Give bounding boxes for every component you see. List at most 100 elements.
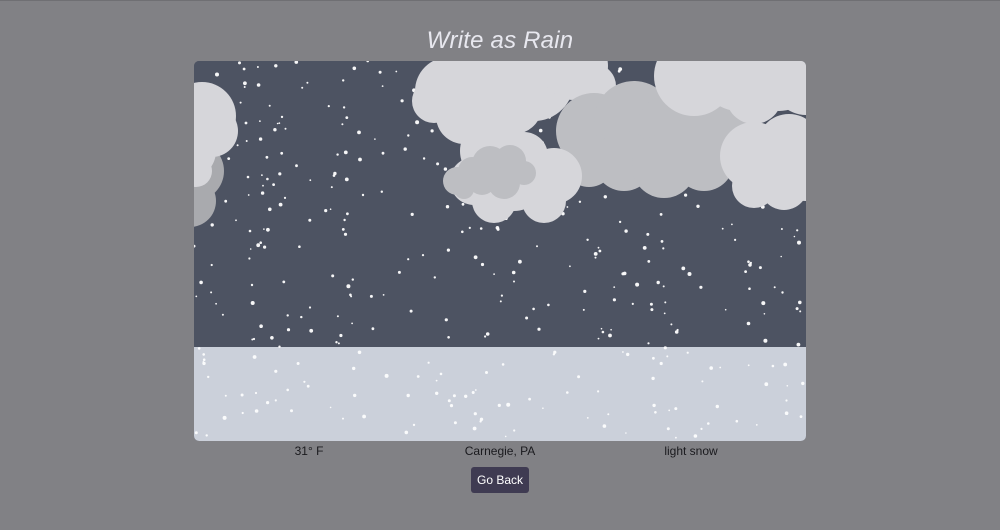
- snowflake: [613, 286, 616, 288]
- snowflake: [249, 248, 252, 250]
- snowflake: [798, 300, 802, 305]
- snowflake: [270, 336, 274, 340]
- snowflake: [603, 195, 607, 199]
- snowflake: [236, 144, 239, 147]
- snowflake: [621, 272, 625, 276]
- snowflake: [471, 391, 475, 394]
- snowflake: [642, 246, 647, 250]
- snowflake: [371, 327, 375, 331]
- snowflake: [290, 409, 293, 413]
- go-back-button[interactable]: Go Back: [471, 467, 529, 493]
- snowflake: [427, 361, 430, 364]
- snowflake: [332, 174, 336, 177]
- snowflake: [346, 212, 349, 216]
- snowflake: [415, 120, 420, 125]
- snowflake: [626, 352, 630, 357]
- snowflake: [296, 362, 300, 365]
- snowflake: [280, 115, 284, 119]
- snowflake: [721, 227, 724, 230]
- snowflake: [266, 227, 270, 232]
- snowflake: [352, 66, 357, 71]
- snowflake: [309, 328, 314, 333]
- snowflake: [479, 227, 483, 230]
- snowflake: [506, 402, 511, 407]
- snowflake: [586, 417, 589, 419]
- snowflake: [331, 274, 335, 278]
- snowflake: [681, 266, 686, 271]
- snowflake: [308, 306, 312, 309]
- snowflake: [444, 318, 448, 322]
- snowflake: [464, 394, 468, 398]
- snowflake: [330, 186, 333, 189]
- snowflake: [479, 420, 482, 423]
- snowflake: [699, 285, 703, 289]
- snowflake: [447, 336, 450, 339]
- snowflake: [443, 167, 448, 171]
- snowflake: [252, 355, 257, 359]
- snowflake: [538, 128, 543, 133]
- snowflake: [384, 373, 389, 378]
- snowflake: [265, 155, 269, 159]
- snowflake: [674, 330, 679, 334]
- snowflake: [662, 285, 665, 288]
- condition-label: light snow: [664, 444, 718, 458]
- snowflake: [668, 409, 671, 412]
- snowflake: [793, 235, 796, 238]
- snowflake: [300, 315, 303, 319]
- snowflake: [250, 301, 255, 305]
- snowflake: [194, 431, 198, 435]
- snowflake: [337, 342, 340, 345]
- snowflake: [666, 355, 669, 358]
- snowflake: [755, 424, 758, 426]
- snowflake: [351, 322, 353, 325]
- snowflake: [773, 286, 776, 289]
- snowflake: [780, 228, 783, 230]
- snowflake: [352, 366, 356, 371]
- snowflake: [381, 85, 384, 87]
- snowflake: [439, 372, 443, 376]
- snowflake: [796, 229, 799, 232]
- snowflake: [764, 382, 769, 387]
- snowflake: [610, 328, 612, 331]
- snowflake: [224, 394, 227, 397]
- snowflake: [518, 259, 522, 264]
- temperature-label: 31° F: [294, 444, 324, 458]
- snowflake: [235, 219, 237, 222]
- snowflake: [786, 385, 789, 387]
- snowflake: [597, 390, 600, 393]
- snowflake: [796, 342, 801, 347]
- snowflake: [274, 399, 277, 402]
- snowflake: [662, 247, 665, 250]
- snowflake: [734, 238, 737, 241]
- snowflake: [461, 230, 464, 234]
- snowflake: [499, 300, 502, 303]
- snowflake: [361, 193, 365, 197]
- snowflake: [501, 363, 505, 366]
- snowflake: [663, 312, 666, 315]
- snowflake: [735, 419, 739, 423]
- snowflake: [259, 241, 262, 244]
- snowflake: [339, 333, 343, 338]
- snowflake: [537, 327, 541, 331]
- snowflake: [747, 260, 750, 263]
- snowflake: [664, 301, 667, 304]
- snowflake: [709, 366, 713, 370]
- snowflake: [612, 298, 616, 302]
- snowflake: [684, 193, 688, 197]
- snowflake: [600, 327, 603, 330]
- snowflake: [221, 313, 224, 316]
- snowflake: [256, 83, 261, 87]
- snowflake: [357, 130, 361, 135]
- snowflake: [547, 303, 550, 307]
- snowflake: [199, 280, 203, 285]
- snowflake: [586, 238, 589, 241]
- snowflake: [461, 202, 465, 206]
- snowflake: [654, 411, 657, 414]
- snowflake: [659, 361, 663, 366]
- snowflake: [608, 333, 612, 338]
- snowflake: [602, 424, 607, 428]
- snowflake: [474, 389, 477, 391]
- snowflake: [350, 295, 353, 298]
- snowflake: [195, 295, 198, 298]
- snowflake: [449, 404, 454, 408]
